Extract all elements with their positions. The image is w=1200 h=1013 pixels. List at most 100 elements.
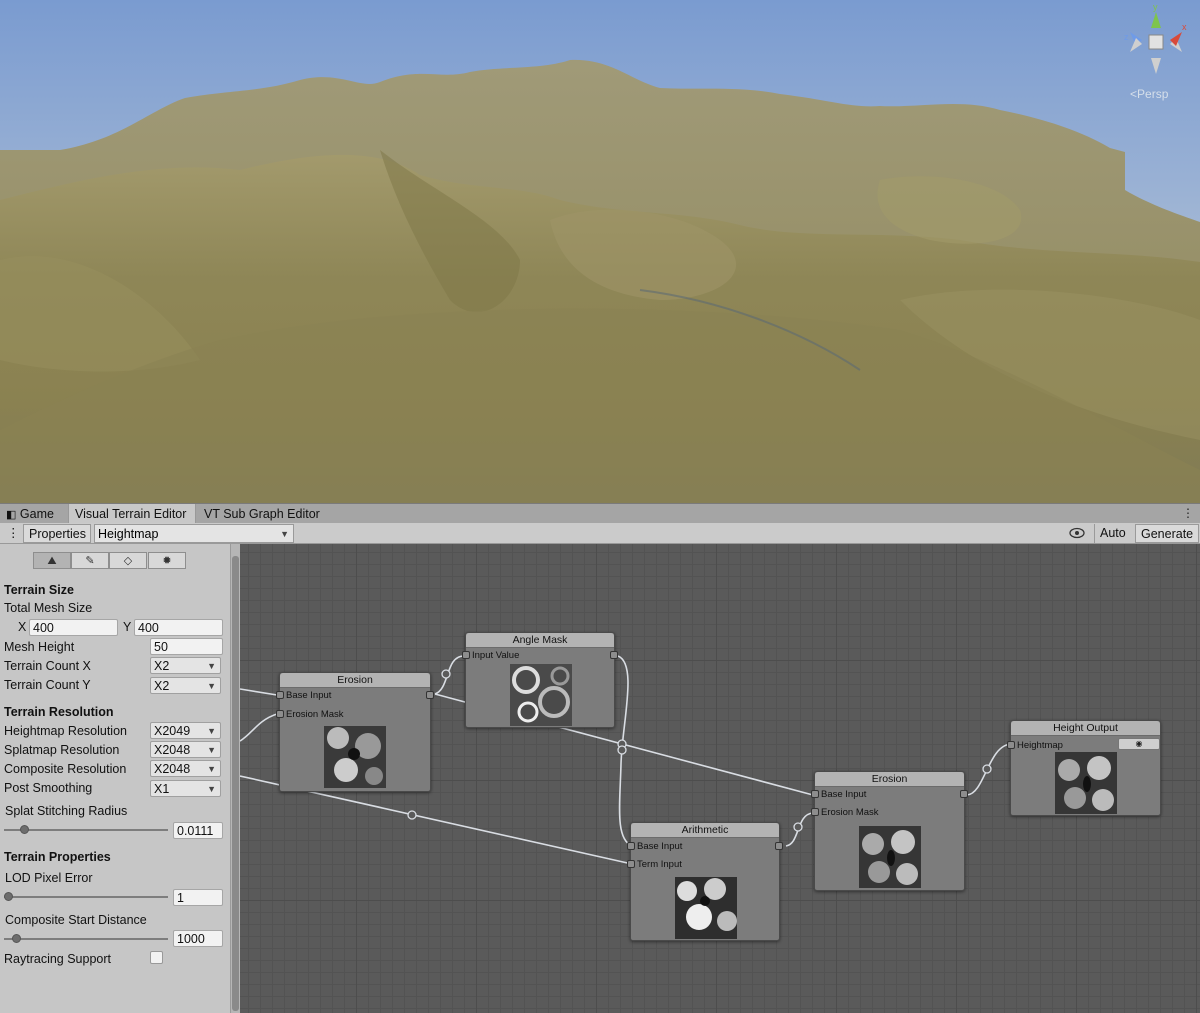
- terrain-icon: ⛰: [47, 555, 57, 567]
- terrain-count-x-label: Terrain Count X: [4, 659, 91, 673]
- wire-in-erosion1-base: [240, 688, 278, 696]
- splat-stitching-field[interactable]: 0.0111: [173, 822, 223, 839]
- input-port[interactable]: [811, 790, 819, 798]
- properties-scrollbar[interactable]: [230, 544, 240, 1013]
- tab-options-icon[interactable]: ⋮: [1182, 504, 1194, 522]
- node-graph-canvas[interactable]: Erosion Base Input Erosion Mask Angle Ma…: [240, 544, 1200, 1013]
- splatmap-resolution-dropdown[interactable]: X2048 ▼: [150, 741, 221, 758]
- port-label: Heightmap: [1017, 740, 1063, 751]
- tab-game-label: Game: [19, 507, 54, 521]
- composite-resolution-value: X2048: [154, 762, 191, 776]
- input-port[interactable]: [627, 842, 635, 850]
- node-preview-image: [510, 664, 572, 726]
- chevron-down-icon: ▼: [207, 745, 216, 755]
- composite-start-distance-field[interactable]: 1000: [173, 930, 223, 947]
- output-port[interactable]: [960, 790, 968, 798]
- output-port[interactable]: [775, 842, 783, 850]
- reroute-point: [407, 810, 417, 820]
- chevron-down-icon: ▼: [207, 661, 216, 671]
- heightmap-resolution-dropdown[interactable]: X2049 ▼: [150, 722, 221, 739]
- input-port[interactable]: [627, 860, 635, 868]
- kebab-menu-icon[interactable]: ⋮: [2, 524, 20, 543]
- composite-resolution-dropdown[interactable]: X2048 ▼: [150, 760, 221, 777]
- panel-tab-paint[interactable]: ✎: [71, 552, 109, 569]
- node-erosion[interactable]: Erosion Base Input Erosion Mask: [811, 771, 968, 891]
- chevron-down-icon: ▼: [207, 726, 216, 736]
- port-label: Erosion Mask: [821, 807, 879, 818]
- splat-stitching-slider-knob[interactable]: [19, 825, 29, 834]
- output-port[interactable]: [426, 691, 434, 699]
- chevron-down-icon: ▼: [207, 681, 216, 691]
- auto-toggle-button[interactable]: Auto: [1094, 524, 1134, 543]
- node-height-output[interactable]: Height Output Heightmap ◉: [1007, 720, 1161, 816]
- wire-in-erosion1-mask: [240, 713, 278, 742]
- generate-button[interactable]: Generate: [1135, 524, 1199, 543]
- port-label: Erosion Mask: [286, 709, 344, 720]
- panel-tab-terrain[interactable]: ⛰: [33, 552, 71, 569]
- reroute-point: [441, 669, 451, 679]
- input-port[interactable]: [811, 808, 819, 816]
- panel-tab-settings[interactable]: ✹: [148, 552, 186, 569]
- persp-chevron-icon: <: [1130, 87, 1138, 101]
- post-smoothing-label: Post Smoothing: [4, 781, 93, 795]
- raytracing-support-checkbox[interactable]: [150, 951, 163, 964]
- node-arithmetic[interactable]: Arithmetic Base Input Term Input: [627, 822, 783, 941]
- input-port[interactable]: [1007, 741, 1015, 749]
- graph-select-dropdown[interactable]: Heightmap ▼: [94, 524, 294, 543]
- properties-toggle-button[interactable]: Properties: [23, 524, 91, 543]
- mesh-size-y-label: Y: [123, 620, 132, 634]
- post-smoothing-dropdown[interactable]: X1 ▼: [150, 780, 221, 797]
- node-title: Angle Mask: [466, 633, 614, 648]
- projection-toggle[interactable]: <Persp: [1130, 87, 1168, 101]
- input-port[interactable]: [462, 651, 470, 659]
- terrain-count-x-dropdown[interactable]: X2 ▼: [150, 657, 221, 674]
- composite-start-distance-slider-track[interactable]: [4, 938, 168, 940]
- mesh-size-x-field[interactable]: 400: [29, 619, 118, 636]
- scrollbar-thumb[interactable]: [232, 556, 239, 1011]
- orientation-gizmo[interactable]: y z x: [1118, 2, 1194, 80]
- tab-game[interactable]: ◧ Game: [0, 504, 68, 524]
- reroute-point: [982, 764, 992, 774]
- terrain-render: [0, 0, 1200, 503]
- tab-vt-sub-graph-editor[interactable]: VT Sub Graph Editor: [198, 504, 328, 524]
- node-angle-mask[interactable]: Angle Mask Input Value: [462, 632, 618, 728]
- input-port[interactable]: [276, 710, 284, 718]
- lod-pixel-error-slider-knob[interactable]: [4, 892, 13, 901]
- terrain-count-y-value: X2: [154, 679, 170, 693]
- node-title: Erosion: [280, 673, 430, 688]
- paint-icon: ✎: [85, 555, 95, 567]
- mesh-size-x-label: X: [18, 620, 27, 634]
- mesh-height-field[interactable]: 50: [150, 638, 223, 655]
- node-title: Arithmetic: [631, 823, 779, 838]
- tab-visual-terrain-editor-label: Visual Terrain Editor: [75, 507, 187, 521]
- terrain-resolution-heading: Terrain Resolution: [4, 705, 114, 719]
- composite-resolution-label: Composite Resolution: [4, 762, 127, 776]
- gizmo-y-label: y: [1153, 2, 1158, 12]
- editor-toolbar: ⋮ Properties Heightmap ▼ Auto Generate: [0, 523, 1200, 544]
- splat-stitching-slider-track[interactable]: [4, 829, 168, 831]
- lod-pixel-error-slider-track[interactable]: [4, 896, 168, 898]
- eye-icon[interactable]: ◉: [1118, 738, 1160, 750]
- node-erosion[interactable]: Erosion Base Input Erosion Mask: [276, 672, 434, 792]
- composite-start-distance-slider-knob[interactable]: [11, 934, 21, 943]
- output-port[interactable]: [610, 651, 618, 659]
- terrain-count-y-dropdown[interactable]: X2 ▼: [150, 677, 221, 694]
- total-mesh-size-label: Total Mesh Size: [4, 601, 93, 615]
- node-preview-image: [324, 726, 386, 788]
- chevron-down-icon: ▼: [207, 764, 216, 774]
- editor-tab-bar: ◧ Game Visual Terrain Editor VT Sub Grap…: [0, 503, 1200, 524]
- reroute-point: [793, 822, 803, 832]
- tab-visual-terrain-editor[interactable]: Visual Terrain Editor: [68, 504, 196, 524]
- mesh-height-label: Mesh Height: [4, 640, 75, 654]
- heightmap-resolution-value: X2049: [154, 724, 191, 738]
- terrain-count-y-label: Terrain Count Y: [4, 678, 91, 692]
- input-port[interactable]: [276, 691, 284, 699]
- terrain-properties-heading: Terrain Properties: [4, 850, 111, 864]
- eye-icon[interactable]: [1064, 524, 1090, 543]
- node-preview-image: [1055, 752, 1117, 814]
- properties-panel: ⛰ ✎ ◇ ✹ Terrain Size Total Mesh Size X 4…: [0, 544, 230, 1013]
- scene-view[interactable]: y z x <Persp: [0, 0, 1200, 503]
- panel-tab-mesh[interactable]: ◇: [109, 552, 147, 569]
- lod-pixel-error-field[interactable]: 1: [173, 889, 223, 906]
- mesh-size-y-field[interactable]: 400: [134, 619, 223, 636]
